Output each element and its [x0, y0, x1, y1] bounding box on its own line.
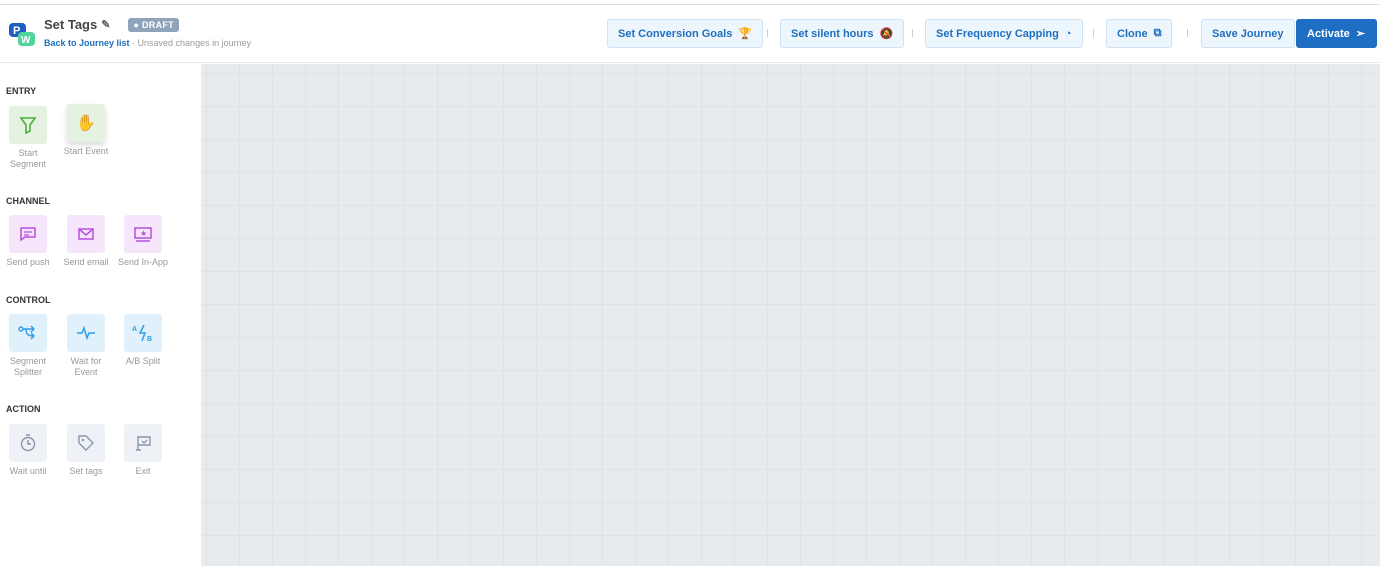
node-start-event[interactable]: ✋ Start Event	[58, 104, 114, 157]
node-send-push[interactable]: Send push	[0, 215, 56, 268]
copy-icon: ⧉	[1153, 27, 1162, 39]
node-ab-split[interactable]: A B A/B Split	[115, 314, 171, 367]
activate-button[interactable]: Activate ➢	[1296, 19, 1377, 48]
divider	[1093, 29, 1094, 37]
section-channel: CHANNEL	[6, 196, 50, 206]
bell-off-icon: 🔕	[879, 28, 894, 40]
ticket-star-icon: ★	[124, 215, 162, 253]
header: PW Set Tags ✎ ● DRAFT Back to Journey li…	[0, 5, 1380, 63]
divider	[912, 29, 913, 37]
svg-text:B: B	[147, 336, 152, 342]
node-exit[interactable]: Exit	[115, 424, 171, 477]
svg-text:W: W	[21, 35, 31, 46]
node-send-inapp[interactable]: ★ Send In-App	[115, 215, 171, 268]
divider	[1187, 29, 1188, 37]
trophy-icon: 🏆	[738, 28, 753, 40]
ab-bolt-icon: AB	[124, 314, 162, 352]
clone-button[interactable]: Clone ⧉	[1106, 19, 1173, 48]
node-set-tags[interactable]: Set tags	[58, 424, 114, 477]
funnel-icon	[9, 106, 47, 144]
app-logo: PW	[9, 23, 35, 46]
split-arrows-icon	[9, 314, 47, 352]
envelope-icon	[67, 215, 105, 253]
message-icon	[9, 215, 47, 253]
set-frequency-capping-button[interactable]: Set Frequency Capping ◔	[925, 19, 1083, 48]
node-palette: ENTRY Start Segment ✋ Start Event CHANNEL…	[0, 64, 201, 566]
node-wait-until[interactable]: Wait until	[0, 424, 56, 477]
tag-icon	[67, 424, 105, 462]
node-start-segment[interactable]: Start Segment	[0, 106, 56, 170]
section-entry: ENTRY	[6, 86, 37, 96]
save-journey-button[interactable]: Save Journey	[1201, 19, 1295, 48]
gauge-icon: ◔	[1064, 27, 1072, 40]
unsaved-text: · Unsaved changes in journey	[129, 38, 252, 48]
stopwatch-icon	[9, 424, 47, 462]
journey-title: Set Tags	[44, 17, 98, 32]
pulse-icon	[67, 314, 105, 352]
section-control: CONTROL	[6, 295, 51, 305]
set-conversion-goals-button[interactable]: Set Conversion Goals 🏆	[607, 19, 764, 48]
svg-text:★: ★	[140, 229, 147, 238]
edit-pencil-icon[interactable]: ✎	[101, 18, 110, 31]
node-segment-splitter[interactable]: Segment Splitter	[0, 314, 56, 378]
flag-icon	[124, 424, 162, 462]
hand-cursor-icon: ✋	[67, 104, 105, 142]
node-send-email[interactable]: Send email	[58, 215, 114, 268]
journey-canvas[interactable]	[201, 64, 1380, 566]
send-icon: ➢	[1355, 28, 1366, 40]
back-to-journey-link[interactable]: Back to Journey list	[44, 38, 130, 48]
node-wait-for-event[interactable]: Wait for Event	[58, 314, 114, 378]
divider	[767, 29, 768, 37]
set-silent-hours-button[interactable]: Set silent hours 🔕	[780, 19, 905, 48]
section-action: ACTION	[6, 404, 41, 414]
status-badge: ● DRAFT	[128, 17, 179, 32]
svg-text:A: A	[132, 326, 137, 333]
